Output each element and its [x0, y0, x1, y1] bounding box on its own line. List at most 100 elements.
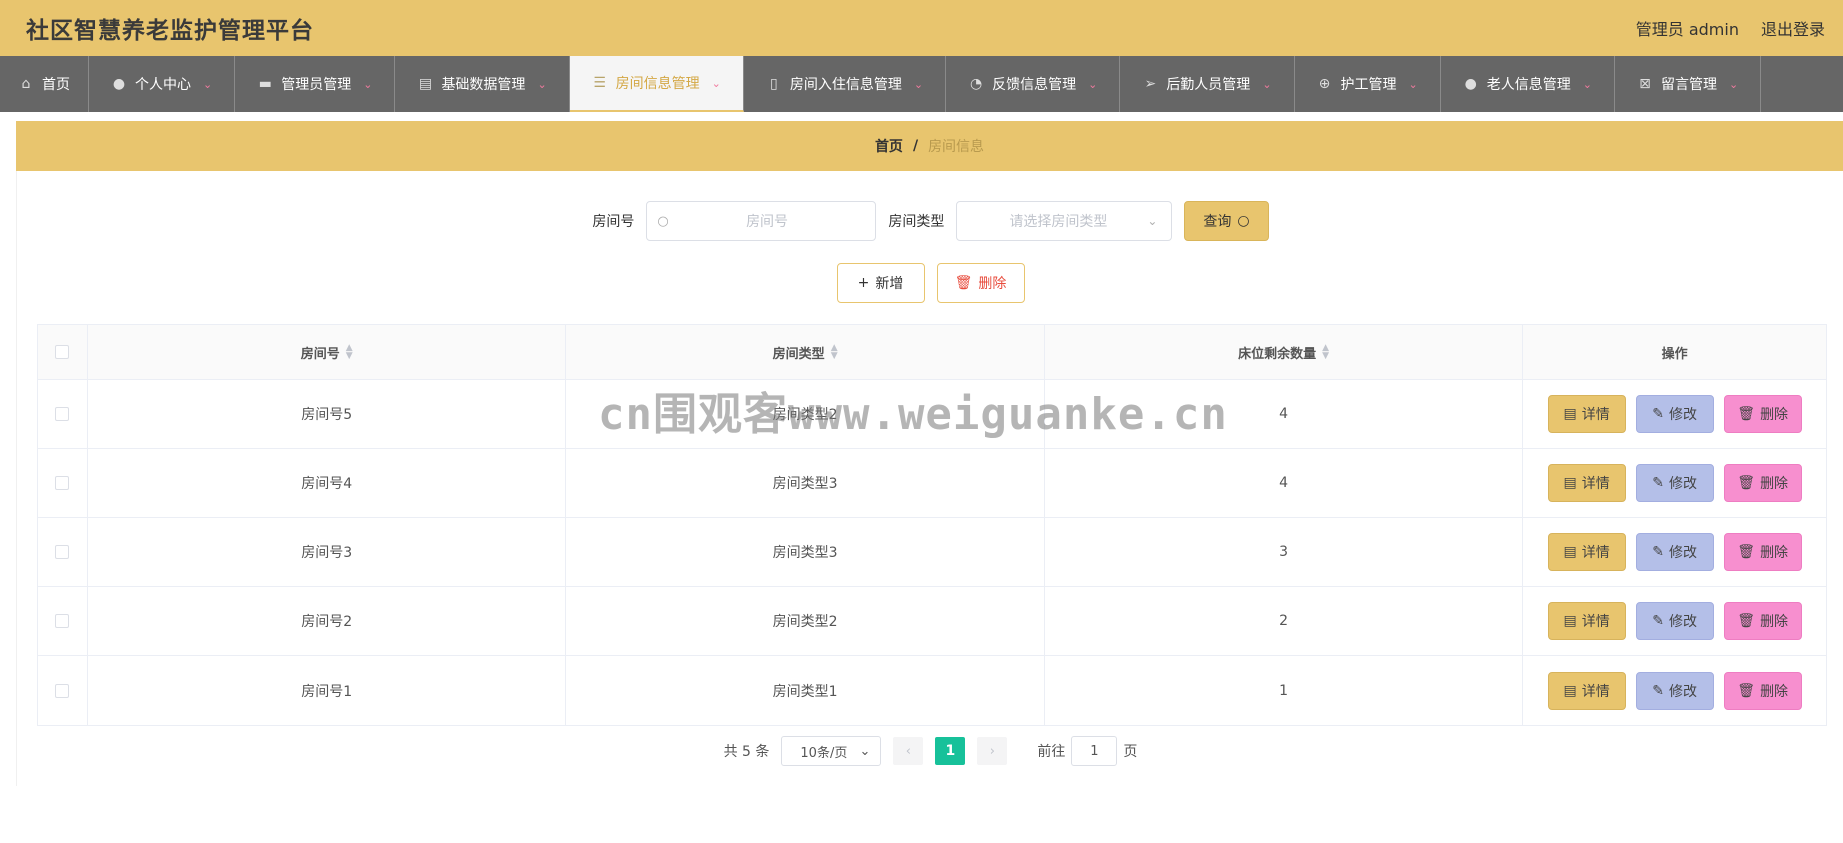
room-type-placeholder: 请选择房间类型 [1009, 214, 1108, 230]
edit-button[interactable]: ✎ 修改 [1635, 464, 1714, 502]
row-checkbox[interactable] [55, 545, 70, 559]
list-icon: ☰ [593, 75, 606, 91]
delete-button[interactable]: 🗑 删除 [1723, 602, 1802, 640]
nav-item-label: 房间信息管理 [615, 76, 700, 92]
add-button-label: 新增 [875, 276, 904, 292]
header-room-no[interactable]: 房间号 ▲ ▼ [88, 325, 567, 379]
delete-label: 删除 [1760, 545, 1789, 561]
clipboard-x-icon: ⊠ [1639, 76, 1651, 92]
row-checkbox[interactable] [55, 407, 70, 421]
query-button-label: 查询 [1203, 214, 1232, 230]
edit-button[interactable]: ✎ 修改 [1635, 395, 1714, 433]
detail-button[interactable]: ▤ 详情 [1547, 395, 1626, 433]
delete-label: 删除 [1760, 683, 1789, 700]
app-title: 社区智慧养老监护管理平台 [26, 18, 314, 44]
query-button[interactable]: 查询 ○ [1184, 201, 1269, 241]
edit-button[interactable]: ✎ 修改 [1635, 533, 1714, 571]
edit-button[interactable]: ✎ 修改 [1635, 671, 1714, 710]
nav-item-room-info[interactable]: ☰ 房间信息管理 ⌄ [569, 56, 744, 112]
detail-button[interactable]: ▤ 详情 [1547, 533, 1626, 571]
detail-label: 详情 [1581, 476, 1610, 492]
next-page-button[interactable]: › [977, 737, 1008, 765]
pencil-icon: ✎ [1652, 613, 1665, 629]
nav-item-basic-data[interactable]: ▤ 基础数据管理 ⌄ [395, 56, 570, 112]
search-icon: ○ [657, 213, 669, 229]
home-icon: ⌂ [21, 76, 31, 92]
row-select-cell [38, 380, 88, 448]
delete-button[interactable]: 🗑 删除 [1723, 464, 1802, 502]
chevron-down-icon: ⌄ [711, 76, 721, 90]
cell-operations: ▤ 详情 ✎ 修改 🗑 删除 [1523, 380, 1826, 448]
nav-item-logistics[interactable]: ➢ 后勤人员管理 ⌄ [1120, 56, 1295, 112]
chevron-down-icon: ⌄ [1262, 77, 1272, 91]
nav-item-label: 护工管理 [1340, 77, 1397, 93]
room-type-label: 房间类型 [888, 214, 945, 230]
cell-beds-left: 4 [1045, 449, 1524, 517]
delete-button[interactable]: 🗑 删除 [1723, 671, 1802, 710]
delete-label: 删除 [1760, 614, 1789, 630]
cell-room-type: 房间类型1 [566, 656, 1045, 725]
cell-room-no: 房间号4 [88, 449, 567, 517]
add-button[interactable]: + 新增 [836, 263, 925, 303]
nav-item-feedback[interactable]: ◔ 反馈信息管理 ⌄ [946, 56, 1121, 112]
chevron-down-icon: ⌄ [363, 77, 373, 91]
chevron-down-icon: ⌄ [1408, 77, 1418, 91]
app-header: 社区智慧养老监护管理平台 管理员 admin 退出登录 [0, 0, 1843, 56]
nav-item-label: 反馈信息管理 [992, 77, 1077, 93]
nav-item-label: 个人中心 [135, 77, 191, 93]
page-size-select[interactable]: 10条/页 ⌄ [781, 736, 882, 766]
prev-page-button[interactable]: ‹ [893, 737, 924, 765]
nav-item-room-checkin[interactable]: ▯ 房间入住信息管理 ⌄ [744, 56, 947, 112]
breadcrumb-home[interactable]: 首页 [875, 136, 903, 156]
chevron-down-icon: ⌄ [537, 77, 547, 91]
page-jumper: 前往 1 页 [1037, 736, 1137, 766]
room-type-select[interactable]: 请选择房间类型 ⌄ [956, 201, 1173, 241]
row-select-cell [38, 587, 88, 655]
nav-item-home[interactable]: ⌂ 首页 [0, 56, 89, 112]
room-no-input[interactable]: ○ 房间号 [646, 201, 877, 241]
phone-icon: ▯ [770, 76, 778, 92]
detail-label: 详情 [1581, 407, 1610, 423]
select-all-checkbox[interactable] [55, 345, 70, 359]
nav-item-caregiver[interactable]: ⊕ 护工管理 ⌄ [1295, 56, 1441, 112]
trash-icon: 🗑 [1737, 406, 1756, 422]
nav-item-label: 管理员管理 [281, 77, 352, 93]
detail-button[interactable]: ▤ 详情 [1547, 602, 1626, 640]
cell-operations: ▤ 详情 ✎ 修改 🗑 删除 [1523, 587, 1826, 655]
nav-item-label: 后勤人员管理 [1166, 77, 1251, 93]
document-icon: ▤ [1563, 475, 1577, 491]
header-beds-left[interactable]: 床位剩余数量 ▲ ▼ [1045, 325, 1524, 379]
page-number-button[interactable]: 1 [935, 737, 966, 765]
delete-button[interactable]: 🗑 删除 [1723, 533, 1802, 571]
nav-item-admin-management[interactable]: ▬ 管理员管理 ⌄ [235, 56, 396, 112]
chevron-down-icon: ⌄ [1088, 77, 1098, 91]
row-checkbox[interactable] [55, 614, 70, 628]
chevron-left-icon: ‹ [905, 743, 911, 759]
row-checkbox[interactable] [55, 476, 70, 490]
detail-button[interactable]: ▤ 详情 [1547, 671, 1626, 710]
edit-button[interactable]: ✎ 修改 [1635, 602, 1714, 640]
main-content: 房间号 ○ 房间号 房间类型 请选择房间类型 ⌄ 查询 ○ + 新增 🗑 删除 … [16, 171, 1843, 786]
logout-link[interactable]: 退出登录 [1761, 16, 1825, 40]
cell-room-no: 房间号1 [88, 656, 567, 725]
detail-label: 详情 [1581, 545, 1610, 561]
cell-room-no: 房间号5 [88, 380, 567, 448]
pagination: 共 5 条 10条/页 ⌄ ‹ 1 › 前往 1 页 [17, 736, 1843, 766]
cell-room-type: 房间类型2 [566, 380, 1045, 448]
cell-operations: ▤ 详情 ✎ 修改 🗑 删除 [1523, 518, 1826, 586]
edit-label: 修改 [1669, 476, 1698, 492]
delete-button[interactable]: 🗑 删除 [1723, 395, 1802, 433]
cell-operations: ▤ 详情 ✎ 修改 🗑 删除 [1523, 449, 1826, 517]
table-row: 房间号3 房间类型3 3 ▤ 详情 ✎ 修改 🗑 删除 [38, 518, 1826, 587]
document-icon: ▤ [1563, 613, 1577, 629]
batch-delete-button[interactable]: 🗑 删除 [936, 263, 1025, 303]
detail-button[interactable]: ▤ 详情 [1547, 464, 1626, 502]
row-checkbox[interactable] [55, 683, 70, 698]
nav-item-elderly-info[interactable]: ● 老人信息管理 ⌄ [1441, 56, 1615, 112]
cell-room-no: 房间号2 [88, 587, 567, 655]
goto-page-input[interactable]: 1 [1071, 736, 1118, 766]
sort-icon: ▲ ▼ [1322, 342, 1330, 361]
nav-item-messages[interactable]: ⊠ 留言管理 ⌄ [1615, 56, 1762, 112]
nav-item-personal-center[interactable]: ● 个人中心 ⌄ [89, 56, 236, 112]
header-room-type[interactable]: 房间类型 ▲ ▼ [566, 325, 1045, 379]
